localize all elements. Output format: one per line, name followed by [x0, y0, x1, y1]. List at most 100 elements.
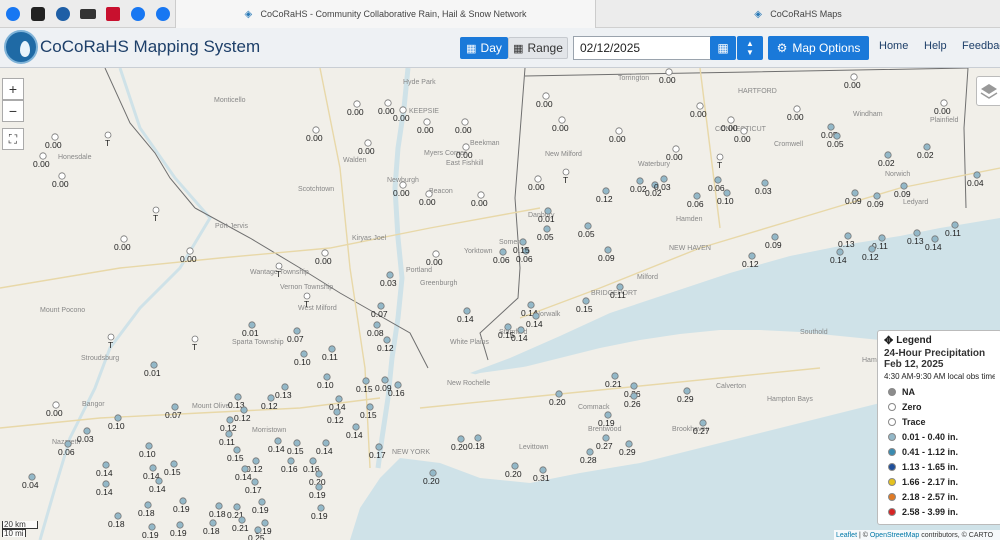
bookmark-facebook[interactable] [0, 0, 25, 28]
station-marker[interactable]: 0.10 [317, 373, 334, 390]
layers-button[interactable] [976, 76, 1000, 106]
date-input[interactable] [573, 36, 711, 60]
station-marker[interactable]: 0.02 [917, 143, 934, 160]
station-marker[interactable]: 0.18 [209, 502, 226, 519]
osm-link[interactable]: OpenStreetMap [870, 532, 919, 539]
station-marker[interactable]: 0.12 [377, 336, 394, 353]
station-marker[interactable]: 0.06 [687, 192, 704, 209]
calendar-button[interactable]: ▦ [710, 36, 736, 60]
station-marker[interactable]: 0.11 [945, 221, 961, 238]
station-marker[interactable]: 0.00 [417, 118, 434, 135]
trace-marker[interactable]: T [107, 333, 115, 350]
station-marker[interactable]: 0.18 [203, 519, 220, 536]
station-marker[interactable]: 0.00 [426, 250, 443, 267]
map-options-button[interactable]: ⚙ Map Options [768, 36, 869, 60]
trace-marker[interactable]: T [104, 131, 112, 148]
chevron-down-icon[interactable]: ▼ [746, 48, 754, 57]
station-marker[interactable]: 0.00 [609, 127, 626, 144]
station-marker[interactable]: 0.01 [144, 361, 161, 378]
station-marker[interactable]: 0.08 [367, 321, 384, 338]
station-marker[interactable]: 0.02 [878, 151, 895, 168]
station-marker[interactable]: 0.00 [844, 73, 861, 90]
trace-marker[interactable]: T [191, 335, 199, 352]
station-marker[interactable]: 0.06 [493, 248, 510, 265]
station-marker[interactable]: 0.10 [294, 350, 311, 367]
trace-marker[interactable]: T [716, 153, 724, 170]
station-marker[interactable]: 0.15 [360, 403, 377, 420]
trace-marker[interactable]: T [303, 292, 311, 309]
station-marker[interactable]: 0.01 [242, 321, 259, 338]
station-marker[interactable]: 0.00 [659, 68, 676, 85]
station-marker[interactable]: 0.14 [96, 461, 113, 478]
station-marker[interactable]: 0.15 [287, 439, 304, 456]
station-marker[interactable]: 0.13 [838, 232, 855, 249]
station-marker[interactable]: 0.09 [894, 182, 911, 199]
station-marker[interactable]: 0.00 [666, 145, 683, 162]
bookmark-settings[interactable] [25, 0, 50, 28]
station-marker[interactable]: 0.20 [505, 462, 522, 479]
station-marker[interactable]: 0.12 [596, 187, 613, 204]
station-marker[interactable]: 0.05 [537, 225, 554, 242]
station-marker[interactable]: 0.09 [765, 233, 782, 250]
station-marker[interactable]: 0.18 [138, 501, 155, 518]
nav-help[interactable]: Help [924, 40, 947, 52]
map-canvas[interactable]: Hyde Park KEEPSIE Monticello Honesdale Walde… [0, 68, 1000, 540]
bookmark-facebook-3[interactable] [150, 0, 175, 28]
station-marker[interactable]: 0.00 [393, 106, 410, 123]
station-marker[interactable]: 0.06 [708, 176, 725, 193]
station-marker[interactable]: 0.14 [268, 437, 285, 454]
station-marker[interactable]: 0.00 [471, 191, 488, 208]
station-marker[interactable]: 0.00 [33, 152, 50, 169]
move-icon[interactable]: ✥ [884, 334, 893, 347]
station-marker[interactable]: 0.00 [347, 100, 364, 117]
station-marker[interactable]: 0.03 [77, 427, 94, 444]
station-marker[interactable]: 0.00 [528, 175, 545, 192]
station-marker[interactable]: 0.11 [322, 345, 338, 362]
bookmark-noaa[interactable] [50, 0, 75, 28]
legend-header[interactable]: ✥ Legend [884, 334, 995, 347]
station-marker[interactable]: 0.00 [306, 126, 323, 143]
station-marker[interactable]: 0.19 [311, 504, 328, 521]
station-marker[interactable]: 0.03 [380, 271, 397, 288]
station-marker[interactable]: 0.09 [845, 189, 862, 206]
station-marker[interactable]: 0.16 [281, 457, 298, 474]
station-marker[interactable]: 0.00 [787, 105, 804, 122]
station-marker[interactable]: 0.00 [934, 99, 951, 116]
cocorahs-logo[interactable] [4, 30, 38, 64]
tab-cocorahs[interactable]: ◈ CoCoRaHS - Community Collaborative Rai… [175, 0, 596, 28]
bookmark-r[interactable] [100, 0, 125, 28]
station-marker[interactable]: 0.00 [180, 247, 197, 264]
chevron-up-icon[interactable]: ▲ [746, 39, 754, 48]
station-marker[interactable]: 0.09 [598, 246, 615, 263]
station-marker[interactable]: 0.19 [173, 497, 190, 514]
station-marker[interactable]: 0.12 [742, 252, 759, 269]
station-marker[interactable]: 0.15 [227, 446, 244, 463]
date-stepper[interactable]: ▲ ▼ [737, 36, 763, 60]
station-marker[interactable]: 0.01 [538, 207, 555, 224]
station-marker[interactable]: 0.13 [275, 383, 292, 400]
station-marker[interactable]: 0.00 [552, 116, 569, 133]
station-marker[interactable]: 0.00 [52, 172, 69, 189]
station-marker[interactable]: 0.18 [108, 512, 125, 529]
station-marker[interactable]: 0.00 [315, 249, 332, 266]
trace-marker[interactable]: T [152, 206, 160, 223]
station-marker[interactable]: 0.00 [455, 118, 472, 135]
station-marker[interactable]: 0.00 [46, 401, 63, 418]
nav-home[interactable]: Home [879, 40, 908, 52]
range-button[interactable]: ▦ Range [508, 37, 568, 59]
station-marker[interactable]: 0.00 [45, 133, 62, 150]
station-marker[interactable]: 0.19 [252, 498, 269, 515]
zoom-out-button[interactable]: − [2, 100, 24, 122]
station-marker[interactable]: 0.15 [576, 297, 593, 314]
station-marker[interactable]: 0.15 [356, 377, 373, 394]
station-marker[interactable]: 0.09 [867, 192, 884, 209]
nav-feedback[interactable]: Feedback [962, 40, 1000, 52]
station-marker[interactable]: 0.00 [536, 92, 553, 109]
station-marker[interactable]: 0.19 [142, 523, 159, 540]
trace-marker[interactable]: T [562, 168, 570, 185]
bookmark-facebook-2[interactable] [125, 0, 150, 28]
fullscreen-button[interactable]: ⛶ [2, 128, 24, 150]
station-marker[interactable]: 0.19 [170, 521, 187, 538]
station-marker[interactable]: 0.14 [346, 423, 363, 440]
station-marker[interactable]: 0.14 [96, 480, 113, 497]
